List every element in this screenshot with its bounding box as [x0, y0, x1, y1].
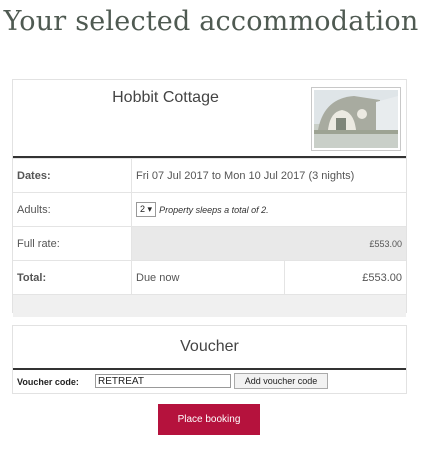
page-title: Your selected accommodation — [3, 6, 419, 37]
cottage-photo-icon — [314, 90, 398, 148]
adults-row: Adults: 2 ▾ Property sleeps a total of 2. — [13, 192, 406, 227]
voucher-panel: Voucher Voucher code: Add voucher code — [12, 325, 407, 394]
dates-label: Dates: — [13, 158, 132, 193]
voucher-row: Voucher code: Add voucher code — [13, 370, 406, 394]
property-name: Hobbit Cottage — [112, 89, 219, 106]
dates-row: Dates: Fri 07 Jul 2017 to Mon 10 Jul 201… — [13, 158, 406, 193]
adults-select-value: 2 — [140, 204, 146, 214]
full-rate-value: £553.00 — [131, 226, 406, 261]
booking-details-table: Dates: Fri 07 Jul 2017 to Mon 10 Jul 201… — [13, 158, 406, 294]
accommodation-panel: Hobbit Cottage Dates: Fri 07 Jul 2017 to… — [12, 79, 407, 317]
add-voucher-button[interactable]: Add voucher code — [234, 373, 328, 389]
adults-note: Property sleeps a total of 2. — [159, 204, 269, 215]
dates-value: Fri 07 Jul 2017 to Mon 10 Jul 2017 (3 ni… — [131, 158, 406, 193]
total-value: £553.00 — [284, 260, 406, 294]
due-now-label: Due now — [131, 260, 285, 294]
total-label: Total: — [13, 260, 132, 294]
place-booking-button[interactable]: Place booking — [158, 404, 260, 435]
adults-cell: 2 ▾ Property sleeps a total of 2. — [131, 192, 406, 227]
voucher-code-input[interactable] — [95, 374, 231, 388]
property-thumbnail[interactable] — [311, 87, 401, 151]
chevron-down-icon: ▾ — [147, 204, 153, 214]
accommodation-header: Hobbit Cottage — [13, 80, 406, 158]
table-footer — [13, 294, 406, 317]
voucher-title: Voucher — [13, 326, 406, 370]
full-rate-row: Full rate: £553.00 — [13, 226, 406, 261]
adults-label: Adults: — [13, 192, 132, 227]
full-rate-label: Full rate: — [13, 226, 132, 261]
total-row: Total: Due now £553.00 — [13, 260, 406, 294]
adults-select[interactable]: 2 ▾ — [136, 202, 157, 217]
voucher-code-label: Voucher code: — [17, 377, 79, 387]
